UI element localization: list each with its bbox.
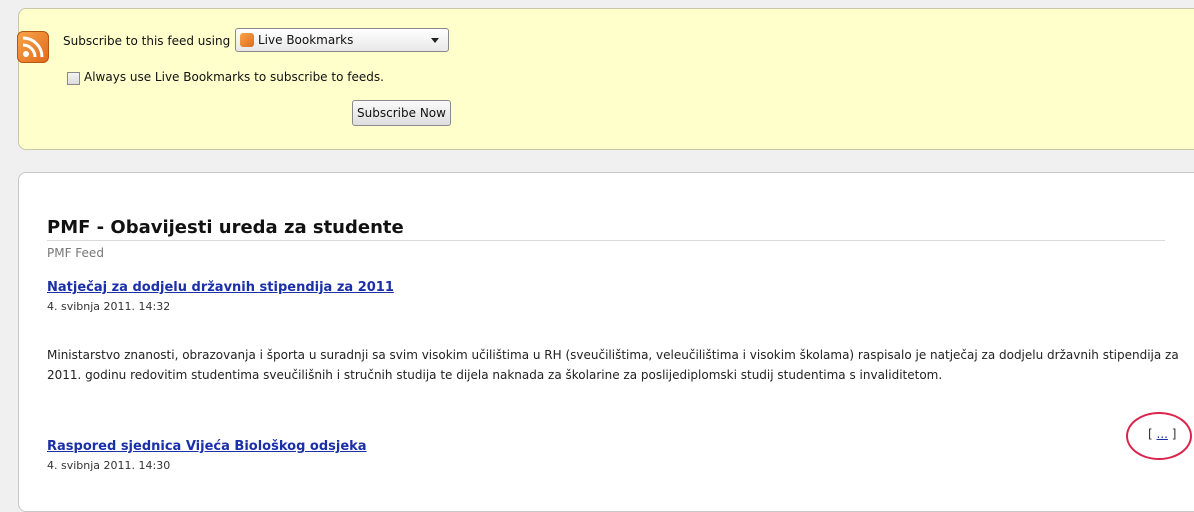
entry-title-link[interactable]: Natječaj za dodjelu državnih stipendija … (47, 280, 394, 295)
subscribe-using-label: Subscribe to this feed using (63, 34, 231, 48)
feed-reader-select[interactable]: Live Bookmarks (235, 28, 449, 52)
annotation-circle (1126, 412, 1192, 460)
live-bookmarks-icon (240, 33, 254, 47)
entry-description: Ministarstvo znanosti, obrazovanja i špo… (47, 348, 1179, 382)
feed-reader-selected: Live Bookmarks (258, 33, 354, 47)
feed-subtitle: PMF Feed (47, 246, 104, 260)
title-divider (47, 240, 1165, 241)
chevron-down-icon (431, 38, 439, 43)
entry-date: 4. svibnja 2011. 14:30 (47, 459, 171, 472)
subscribe-now-button[interactable]: Subscribe Now (352, 100, 451, 126)
entry-date: 4. svibnja 2011. 14:32 (47, 300, 171, 313)
entry-title-link[interactable]: Raspored sjednica Vijeća Biološkog odsje… (47, 439, 367, 454)
always-use-label[interactable]: Always use Live Bookmarks to subscribe t… (84, 70, 384, 84)
feed-title: PMF - Obavijesti ureda za studente (47, 217, 404, 238)
always-use-checkbox[interactable] (67, 72, 80, 85)
rss-feed-icon (17, 31, 49, 63)
